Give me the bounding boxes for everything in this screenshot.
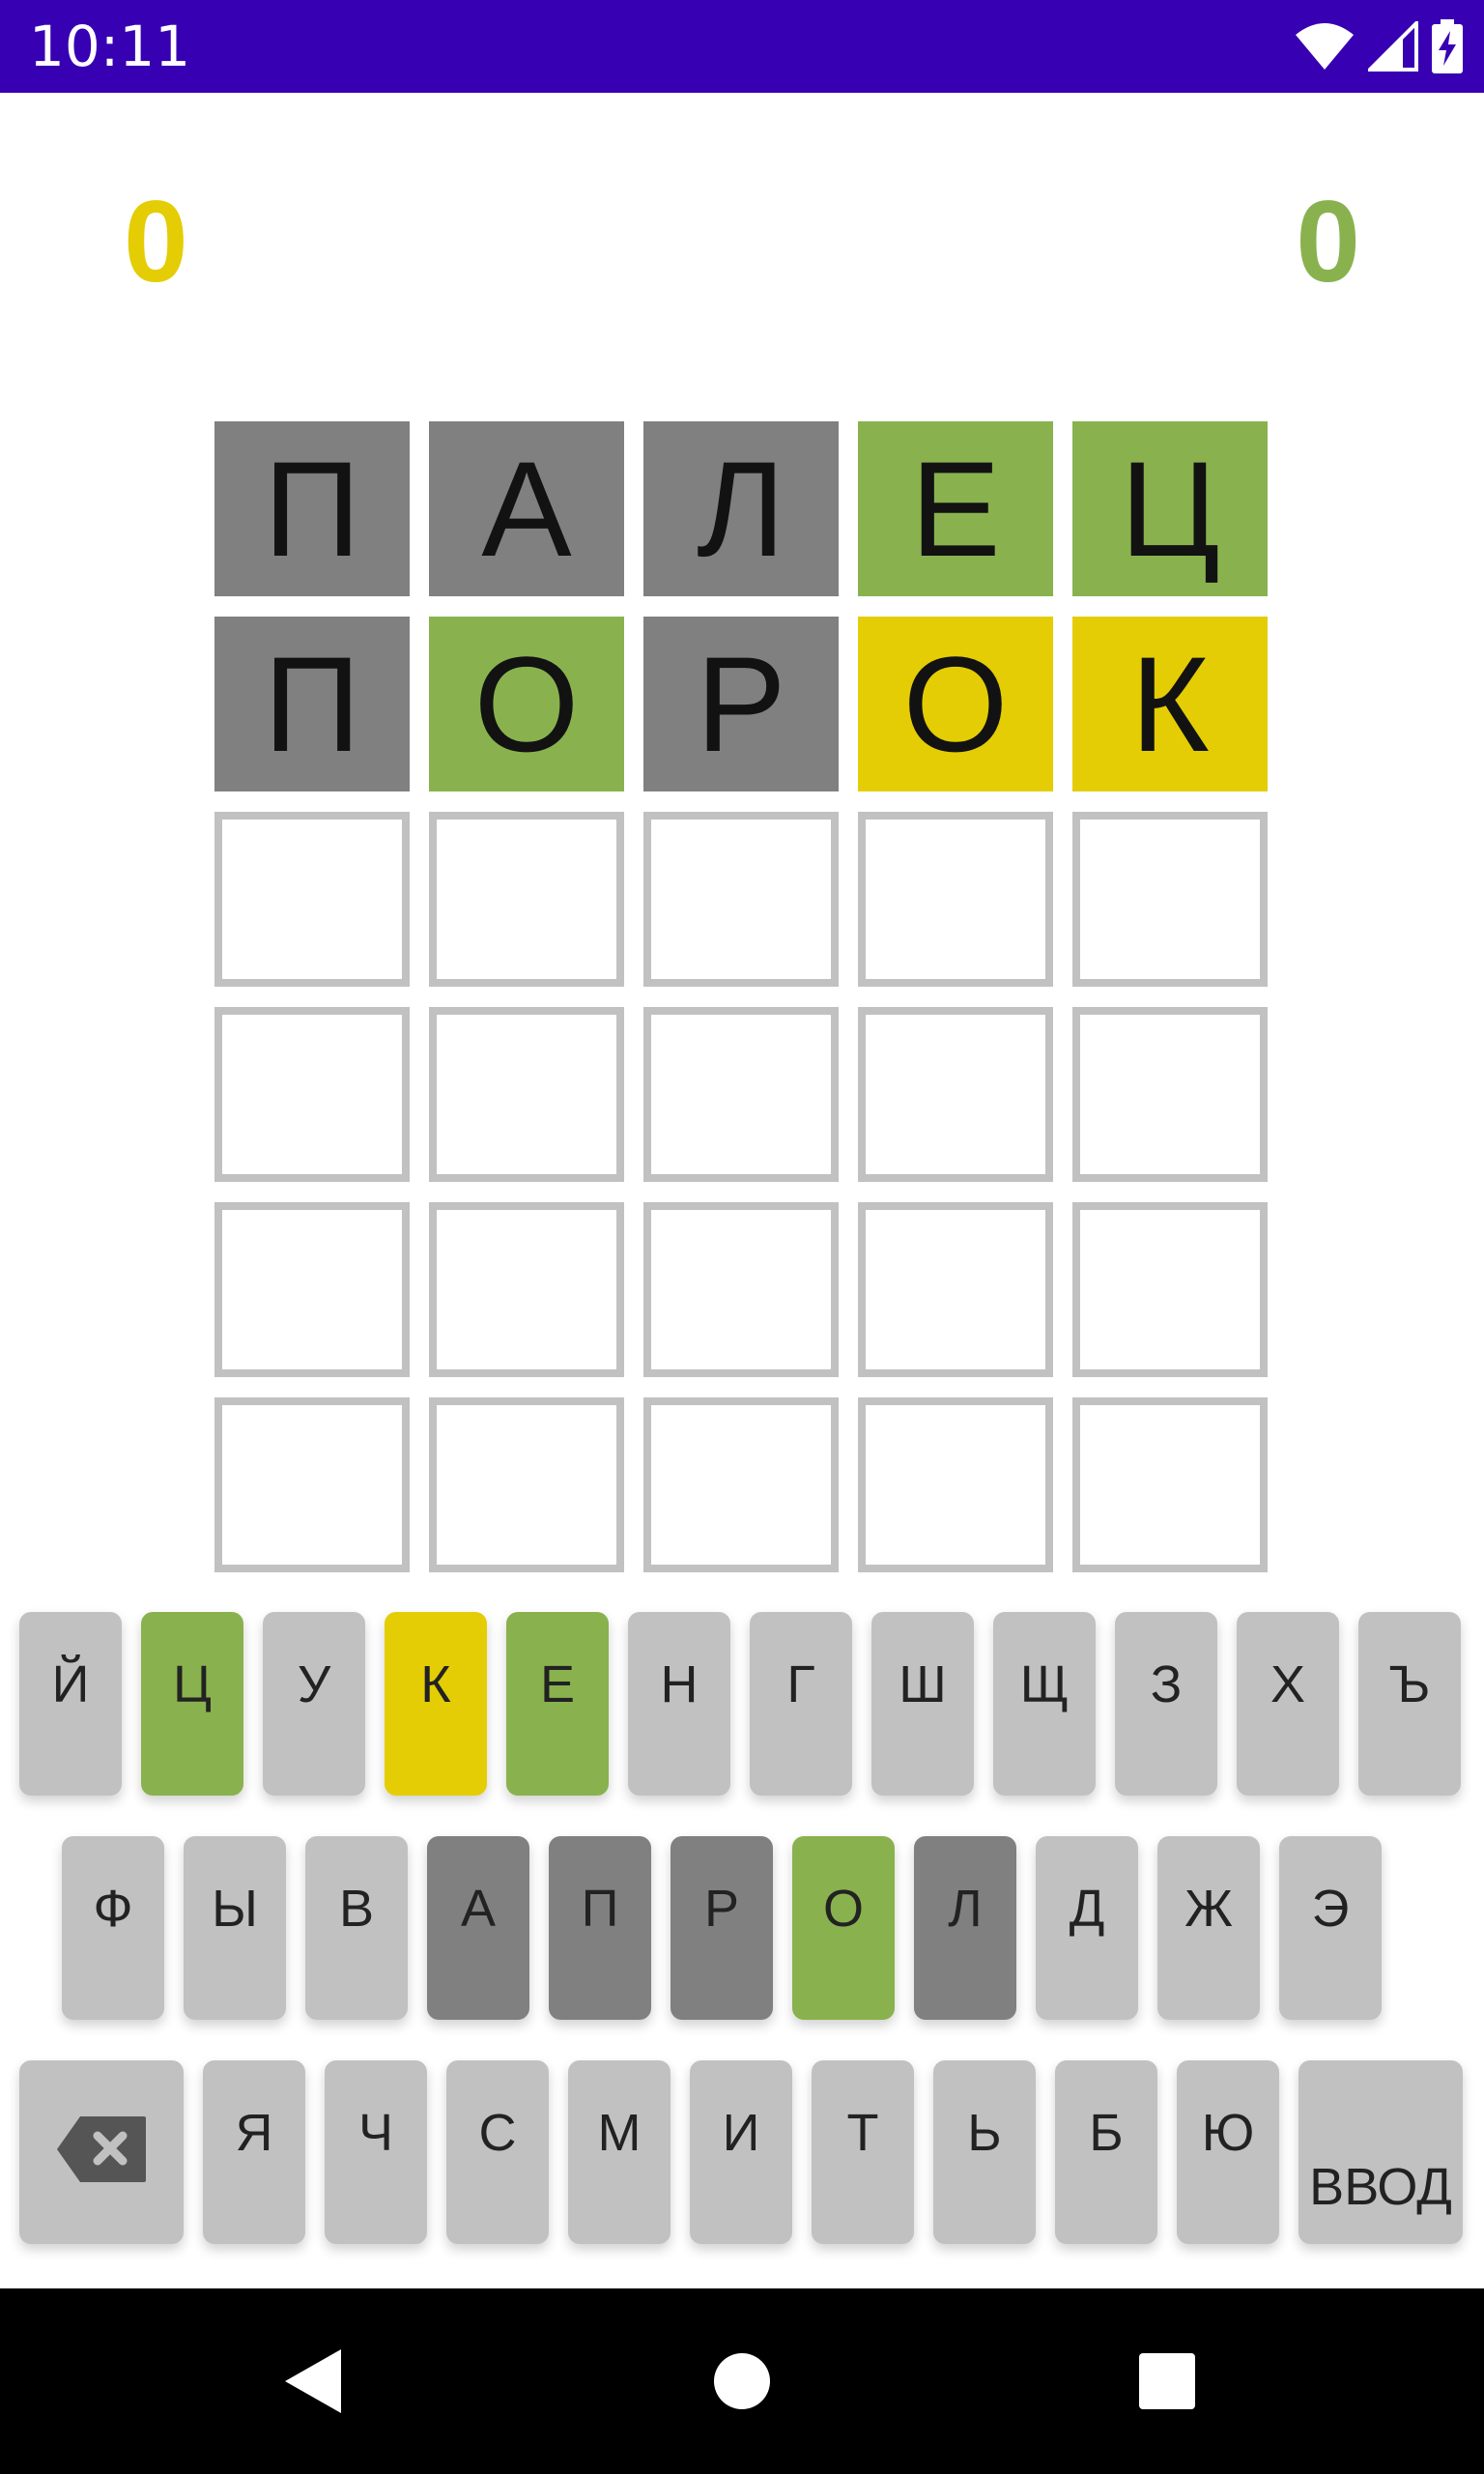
home-button[interactable] xyxy=(665,2288,819,2474)
board-cell xyxy=(858,1202,1053,1377)
key-Г[interactable]: Г xyxy=(750,1612,852,1796)
back-button[interactable] xyxy=(236,2288,390,2474)
status-time: 10:11 xyxy=(29,14,191,79)
board-cell xyxy=(214,812,410,987)
board-cell: Р xyxy=(643,617,839,791)
enter-key[interactable]: ВВОД xyxy=(1298,2060,1463,2244)
navigation-bar xyxy=(0,2288,1484,2474)
board-cell: А xyxy=(429,421,624,596)
recents-square-icon xyxy=(1139,2353,1195,2409)
board-cell: Л xyxy=(643,421,839,596)
board-cell xyxy=(643,1007,839,1182)
key-Ф[interactable]: Ф xyxy=(62,1836,164,2020)
status-bar: 10:11 xyxy=(0,0,1484,93)
key-Й[interactable]: Й xyxy=(19,1612,122,1796)
key-Л[interactable]: Л xyxy=(914,1836,1016,2020)
board-cell xyxy=(643,1397,839,1572)
board-cell: К xyxy=(1072,617,1268,791)
key-О[interactable]: О xyxy=(792,1836,895,2020)
backspace-key[interactable] xyxy=(19,2060,184,2244)
board-cell xyxy=(214,1007,410,1182)
key-Ш[interactable]: Ш xyxy=(871,1612,974,1796)
key-П[interactable]: П xyxy=(549,1836,651,2020)
board-cell xyxy=(429,1202,624,1377)
key-А[interactable]: А xyxy=(427,1836,529,2020)
board-cell xyxy=(1072,1397,1268,1572)
status-icons xyxy=(1295,19,1463,73)
key-Я[interactable]: Я xyxy=(203,2060,305,2244)
keyboard-row-1: ЙЦУКЕНГШЩЗХЪ xyxy=(0,1612,1484,1796)
key-Р[interactable]: Р xyxy=(671,1836,773,2020)
key-Н[interactable]: Н xyxy=(628,1612,730,1796)
score-right: 0 xyxy=(1296,177,1360,306)
board-row xyxy=(214,1007,1268,1182)
key-Е[interactable]: Е xyxy=(506,1612,609,1796)
board-cell xyxy=(643,812,839,987)
keyboard-row-2: ФЫВАПРОЛДЖЭ xyxy=(0,1836,1484,2020)
board-cell xyxy=(214,1397,410,1572)
key-У[interactable]: У xyxy=(263,1612,365,1796)
key-Ж[interactable]: Ж xyxy=(1157,1836,1260,2020)
board-cell xyxy=(429,812,624,987)
key-Ц[interactable]: Ц xyxy=(141,1612,243,1796)
back-triangle-icon xyxy=(285,2349,341,2413)
board-cell xyxy=(429,1007,624,1182)
board-cell xyxy=(1072,812,1268,987)
recents-button[interactable] xyxy=(1090,2288,1244,2474)
board-cell: Е xyxy=(858,421,1053,596)
board-cell xyxy=(858,1007,1053,1182)
key-Ю[interactable]: Ю xyxy=(1177,2060,1279,2244)
key-Ь[interactable]: Ь xyxy=(933,2060,1036,2244)
key-И[interactable]: И xyxy=(690,2060,792,2244)
key-Ъ[interactable]: Ъ xyxy=(1358,1612,1461,1796)
board-cell xyxy=(1072,1007,1268,1182)
key-Ы[interactable]: Ы xyxy=(184,1836,286,2020)
board-cell: Ц xyxy=(1072,421,1268,596)
keyboard-row-3: ВВОД ЯЧСМИТЬБЮ xyxy=(0,2060,1484,2244)
key-С[interactable]: С xyxy=(446,2060,549,2244)
key-З[interactable]: З xyxy=(1115,1612,1217,1796)
key-Т[interactable]: Т xyxy=(812,2060,914,2244)
board-cell xyxy=(1072,1202,1268,1377)
key-Э[interactable]: Э xyxy=(1279,1836,1382,2020)
board-cell xyxy=(214,1202,410,1377)
board-row xyxy=(214,812,1268,987)
wifi-icon xyxy=(1296,23,1354,70)
board-cell: О xyxy=(858,617,1053,791)
board-cell: О xyxy=(429,617,624,791)
board-cell xyxy=(858,812,1053,987)
board-row xyxy=(214,1202,1268,1377)
home-circle-icon xyxy=(714,2353,770,2409)
key-Б[interactable]: Б xyxy=(1055,2060,1157,2244)
board-cell: П xyxy=(214,617,410,791)
key-Д[interactable]: Д xyxy=(1036,1836,1138,2020)
board-cell xyxy=(858,1397,1053,1572)
battery-charging-icon xyxy=(1432,19,1463,73)
key-М[interactable]: М xyxy=(568,2060,671,2244)
board-row: ПАЛЕЦ xyxy=(214,421,1268,596)
key-Ч[interactable]: Ч xyxy=(325,2060,427,2244)
game-board: ПАЛЕЦПОРОК xyxy=(214,421,1268,1593)
board-row: ПОРОК xyxy=(214,617,1268,791)
score-left: 0 xyxy=(124,177,188,306)
backspace-icon xyxy=(57,2116,146,2182)
cell-signal-icon xyxy=(1368,21,1418,72)
key-Х[interactable]: Х xyxy=(1237,1612,1339,1796)
board-row xyxy=(214,1397,1268,1572)
board-cell: П xyxy=(214,421,410,596)
board-cell xyxy=(643,1202,839,1377)
key-В[interactable]: В xyxy=(305,1836,408,2020)
key-Щ[interactable]: Щ xyxy=(993,1612,1096,1796)
board-cell xyxy=(429,1397,624,1572)
key-К[interactable]: К xyxy=(385,1612,487,1796)
